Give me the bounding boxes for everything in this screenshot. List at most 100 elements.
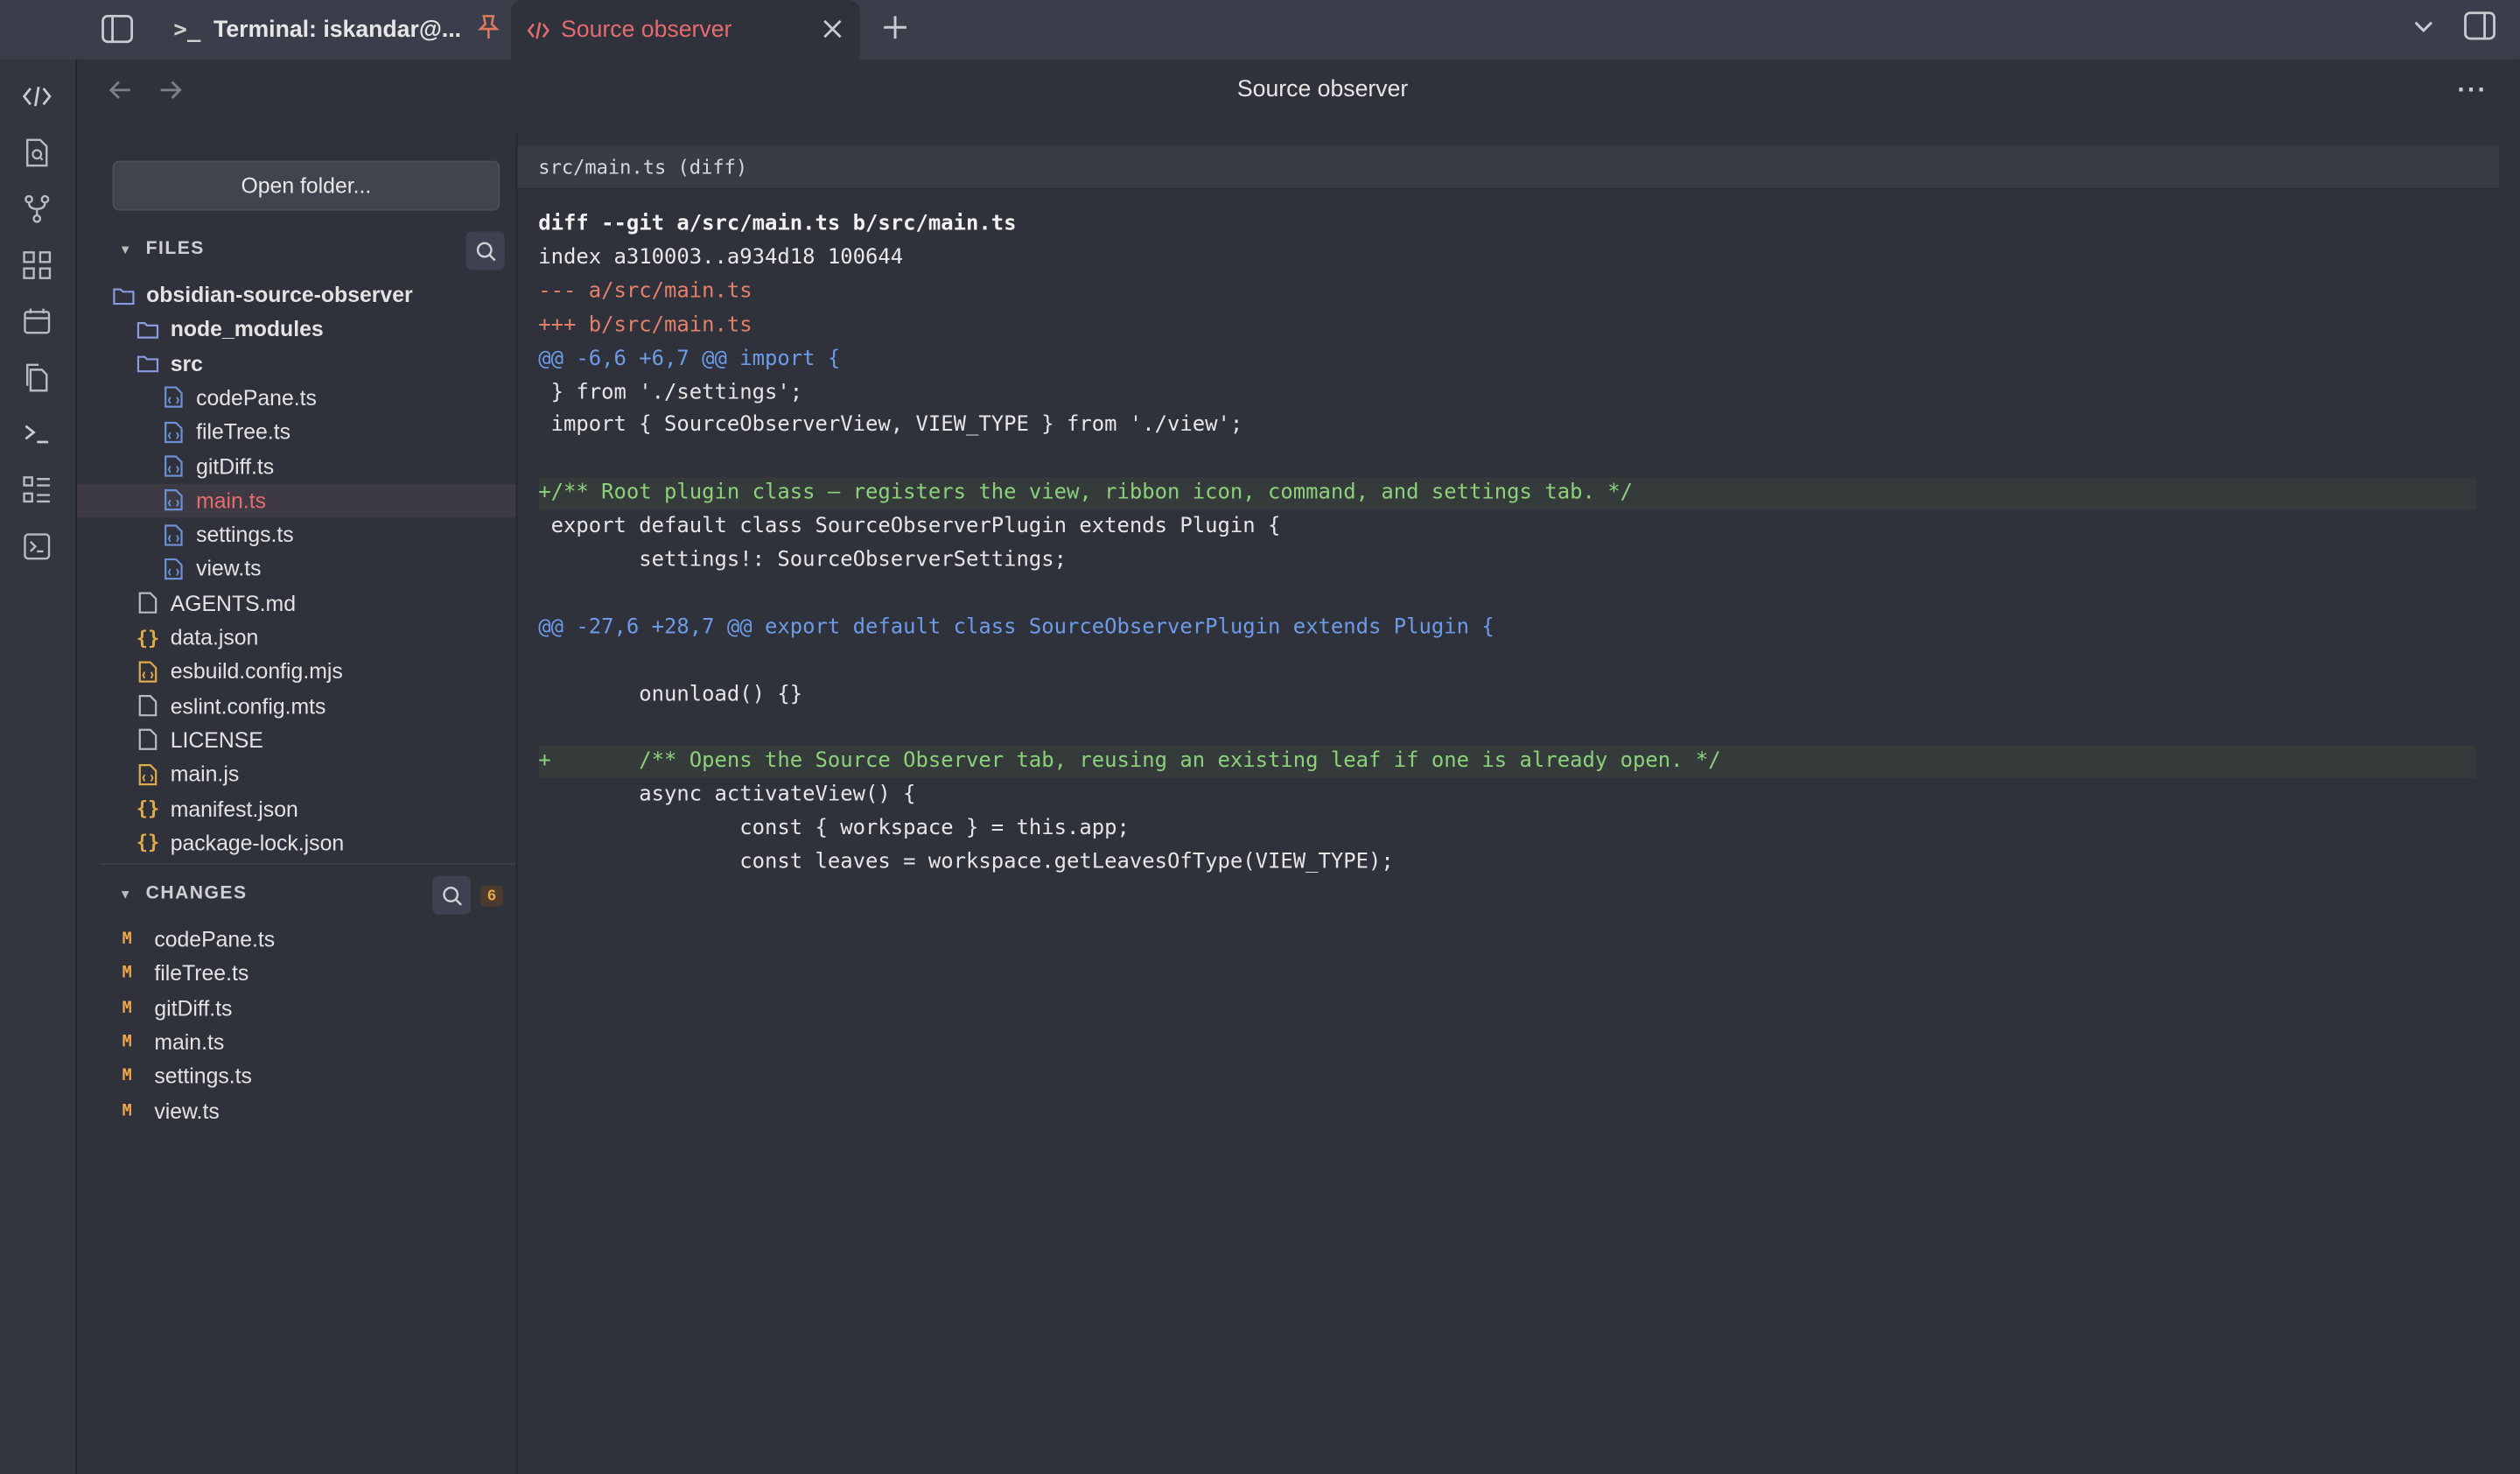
diff-line: --- a/src/main.ts: [538, 279, 752, 304]
diff-line: const { workspace } = this.app;: [538, 817, 1130, 841]
back-arrow-icon[interactable]: [108, 79, 133, 109]
tree-item-label: main.js: [170, 762, 240, 787]
change-item[interactable]: Msettings.ts: [122, 1060, 252, 1094]
diff-line: @@ -6,6 +6,7 @@ import {: [538, 346, 841, 371]
tab-source-observer[interactable]: Source observer: [511, 0, 860, 60]
pin-icon[interactable]: [477, 14, 500, 46]
change-item-label: view.ts: [154, 1098, 220, 1123]
tree-file[interactable]: main.js: [77, 757, 515, 791]
diff-line: @@ -27,6 +28,7 @@ export default class S…: [538, 614, 1494, 640]
copy-icon[interactable]: [21, 361, 53, 394]
file-icon: [135, 727, 160, 753]
tree-item-label: main.ts: [196, 488, 267, 513]
tree-file[interactable]: AGENTS.md: [77, 586, 515, 621]
json-file-icon: {}: [136, 831, 160, 854]
tree-item-label: data.json: [170, 625, 259, 649]
typescript-file-icon: [161, 453, 186, 479]
open-folder-button[interactable]: Open folder...: [112, 160, 500, 211]
tree-file[interactable]: eslint.config.mts: [77, 689, 515, 723]
ribbon: [0, 59, 78, 1474]
tree-file[interactable]: {} manifest.json: [77, 791, 515, 825]
typescript-file-icon: [161, 419, 186, 445]
js-file-icon: [135, 762, 160, 787]
change-item[interactable]: McodePane.ts: [122, 923, 276, 957]
change-item-label: codePane.ts: [154, 927, 276, 952]
change-item[interactable]: Mview.ts: [122, 1094, 220, 1128]
change-item-label: fileTree.ts: [154, 961, 249, 986]
view-header: Source observer ···: [77, 60, 2520, 133]
file-icon: [135, 590, 160, 615]
grid-icon[interactable]: [21, 249, 53, 282]
change-item-label: settings.ts: [154, 1064, 252, 1089]
tree-item-label: settings.ts: [196, 523, 294, 547]
change-item-label: gitDiff.ts: [154, 995, 233, 1021]
list-icon[interactable]: [21, 474, 53, 507]
tree-file[interactable]: fileTree.ts: [77, 415, 515, 449]
diff-line: onunload() {}: [538, 682, 803, 707]
tree-folder[interactable]: src: [77, 347, 515, 381]
diff-line: export default class SourceObserverPlugi…: [538, 514, 1281, 539]
typescript-file-icon: [161, 556, 186, 581]
tree-file[interactable]: gitDiff.ts: [77, 449, 515, 483]
file-search-icon[interactable]: [21, 137, 53, 169]
tree-file[interactable]: {} package-lock.json: [77, 826, 515, 860]
files-section-header[interactable]: ▼ FILES: [119, 240, 205, 259]
toggle-right-sidebar-icon[interactable]: [2462, 8, 2497, 43]
tree-file[interactable]: main.ts: [77, 483, 516, 517]
diff-line: async activateView() {: [538, 783, 916, 808]
file-explorer-sidebar: Open folder... ▼ FILES obsidian-source-o…: [77, 133, 516, 1474]
diff-line: [538, 712, 2476, 745]
tree-file[interactable]: view.ts: [77, 552, 515, 586]
terminal-icon[interactable]: [21, 418, 53, 450]
modified-status-badge: M: [122, 1067, 132, 1085]
console-icon[interactable]: [21, 530, 53, 563]
more-options-icon[interactable]: ···: [2457, 77, 2488, 106]
file-icon: [135, 693, 160, 719]
tree-file[interactable]: esbuild.config.mjs: [77, 655, 515, 689]
close-icon[interactable]: [822, 18, 844, 40]
search-icon[interactable]: [466, 231, 505, 270]
changes-section-header[interactable]: ▼ CHANGES: [119, 884, 248, 903]
chevron-down-icon[interactable]: [2406, 10, 2441, 45]
modified-status-badge: M: [122, 1033, 132, 1051]
app-window: >_ Terminal: iskandar@... Source observe…: [0, 0, 2520, 1474]
caret-down-icon: ▼: [118, 242, 133, 256]
diff-line: [538, 579, 2476, 611]
tree-item-label: obsidian-source-observer: [146, 283, 413, 307]
tree-folder[interactable]: obsidian-source-observer: [77, 278, 515, 312]
tab-label: Terminal: iskandar@...: [214, 17, 462, 43]
changes-count-badge: 6: [480, 885, 503, 907]
tree-item-label: AGENTS.md: [170, 591, 296, 615]
tree-item-label: eslint.config.mts: [170, 693, 326, 719]
tab-terminal[interactable]: >_ Terminal: iskandar@...: [173, 0, 504, 60]
forward-arrow-icon[interactable]: [158, 79, 183, 109]
tree-item-label: src: [170, 351, 203, 376]
change-item[interactable]: MgitDiff.ts: [122, 991, 233, 1025]
search-icon[interactable]: [432, 875, 472, 915]
divider: [99, 863, 516, 865]
folder-icon: [135, 351, 160, 376]
change-item[interactable]: MfileTree.ts: [122, 957, 249, 991]
terminal-icon: >_: [173, 17, 201, 43]
new-tab-icon[interactable]: [878, 10, 913, 45]
tree-item-label: gitDiff.ts: [196, 453, 275, 479]
tree-file[interactable]: {} data.json: [77, 621, 515, 655]
toggle-left-sidebar-icon[interactable]: [100, 11, 135, 46]
code-icon: [527, 20, 550, 39]
tree-file[interactable]: codePane.ts: [77, 381, 515, 415]
modified-status-badge: M: [122, 999, 132, 1017]
git-branch-icon[interactable]: [21, 193, 53, 225]
tree-item-label: LICENSE: [170, 727, 263, 753]
tree-file[interactable]: settings.ts: [77, 517, 515, 551]
diff-line: index a310003..a934d18 100644: [538, 245, 904, 270]
change-item[interactable]: Mmain.ts: [122, 1025, 225, 1059]
tab-label: Source observer: [561, 17, 732, 43]
code-icon[interactable]: [21, 81, 53, 113]
tree-file[interactable]: LICENSE: [77, 723, 515, 757]
tab-bar: >_ Terminal: iskandar@... Source observe…: [0, 0, 2520, 60]
diff-line: +++ b/src/main.ts: [538, 312, 752, 338]
modified-status-badge: M: [122, 930, 132, 949]
tree-folder[interactable]: node_modules: [77, 312, 515, 347]
modified-status-badge: M: [122, 1101, 132, 1120]
calendar-icon[interactable]: [21, 305, 53, 338]
